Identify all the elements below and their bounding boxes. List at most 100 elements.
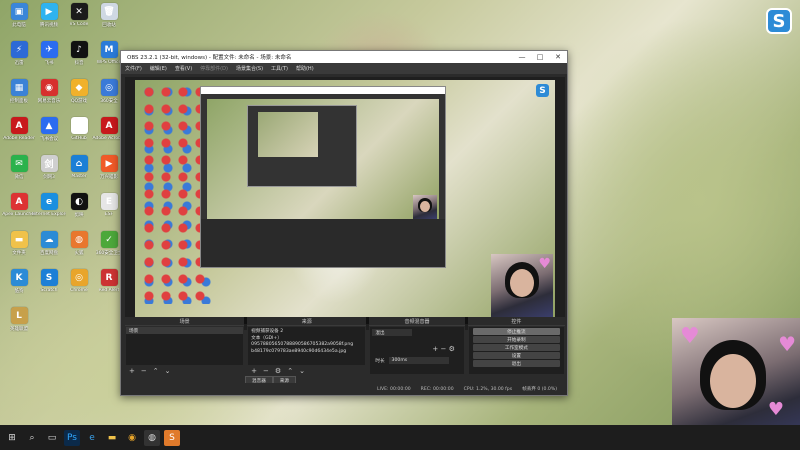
remove-icon[interactable]: − — [141, 367, 147, 375]
down-icon[interactable]: ⌄ — [299, 367, 305, 375]
desktop-icon[interactable]: ☁ 百度网盘 — [33, 231, 65, 267]
desktop-icon[interactable]: ✕ VS Code — [63, 3, 95, 39]
desktop-icon-label: 飞书会议 — [40, 137, 58, 142]
app-icon: ▶ — [100, 155, 118, 172]
desktop-icon[interactable]: ⌂ Master — [63, 155, 95, 191]
app-icon: ♪ — [70, 41, 88, 58]
desktop-icon[interactable]: ○ GitHub — [63, 117, 95, 153]
chrome-icon[interactable]: ◉ — [124, 430, 140, 446]
add-icon[interactable]: + — [432, 345, 438, 353]
desktop-icon-label: VS Code — [69, 22, 89, 27]
corner-app-logo[interactable]: S — [766, 8, 792, 34]
desktop-icon[interactable]: L 英雄联盟 — [3, 307, 35, 343]
sources-title: 来源 — [247, 317, 367, 326]
source-item[interactable]: b48179c079783ae8940c90d6434e5a.jpg — [248, 348, 365, 355]
file-explorer-icon[interactable]: ▬ — [104, 430, 120, 446]
obs-titlebar: OBS 23.2.1 (32-bit, windows) - 配置文件: 未命名… — [121, 51, 567, 63]
desktop-icon[interactable]: ⚡ 迅雷 — [3, 41, 35, 77]
search-icon[interactable]: ⌕ — [24, 430, 40, 446]
desktop-icon[interactable]: ▣ 此电脑 — [3, 3, 35, 39]
app-icon: ▶ — [40, 3, 58, 20]
desktop-icon[interactable]: ▦ 控制面板 — [3, 79, 35, 115]
sources-toolbar: + − ⚙ ⌃ ⌄ — [247, 366, 366, 375]
close-icon[interactable]: ✕ — [549, 51, 567, 63]
settings-button[interactable]: 设置 — [472, 352, 561, 359]
desktop-icon-label: 英雄联盟 — [10, 327, 28, 332]
scenes-dock: 场景 场景 + − ⌃ ⌄ — [125, 317, 245, 375]
desktop-icon-label: Internet Explorer — [32, 212, 66, 217]
desktop-icon[interactable]: 🗑 回收站 — [93, 3, 125, 39]
gear-icon[interactable]: ⚙ — [449, 345, 455, 353]
menu-edit[interactable]: 编辑(E) — [150, 65, 167, 72]
menu-scene-collection[interactable]: 场景集合(S) — [236, 65, 263, 72]
menu-file[interactable]: 文件(F) — [125, 65, 142, 72]
stop-stream-button[interactable]: 停止推流 — [472, 328, 561, 335]
exit-button[interactable]: 退出 — [472, 360, 561, 367]
desktop-icon[interactable]: ✈ 飞书 — [33, 41, 65, 77]
desktop-icon-label: 火狐 — [74, 251, 84, 256]
app-icon: ◎ — [100, 79, 118, 96]
desktop-icon-label: Red Alert — [98, 288, 120, 293]
edge-icon[interactable]: e — [84, 430, 100, 446]
mixer-track[interactable]: 混出 — [372, 329, 413, 336]
sources-dock: 来源 视频捕获设备 2 文本（GDI+） 0957880565078889058… — [247, 317, 367, 375]
add-icon[interactable]: + — [129, 367, 135, 375]
maximize-icon[interactable]: □ — [531, 51, 549, 63]
controls-body: 停止推流 开始录制 工作室模式 设置 退出 — [468, 327, 565, 374]
up-icon[interactable]: ⌃ — [153, 367, 159, 375]
app-icon: ▬ — [10, 231, 28, 248]
window-controls: — □ ✕ — [513, 51, 567, 63]
menu-help[interactable]: 帮助(H) — [296, 65, 314, 72]
desktop-icon[interactable]: ◆ QQ游戏 — [63, 79, 95, 115]
task-view-icon[interactable]: ▭ — [44, 430, 60, 446]
studio-mode-button[interactable]: 工作室模式 — [472, 344, 561, 351]
desktop-icon[interactable]: e Internet Explorer — [32, 193, 66, 229]
nested-preview-2 — [258, 112, 318, 157]
remove-icon[interactable]: − — [263, 367, 269, 375]
windows-start-icon[interactable]: ⊞ — [4, 430, 20, 446]
gear-icon[interactable]: ⚙ — [275, 367, 281, 375]
menu-docks[interactable]: 停靠部件(D) — [200, 65, 228, 72]
app-icon: ✕ — [70, 3, 88, 20]
sublime-icon[interactable]: S — [164, 429, 180, 446]
desktop-icon[interactable]: A Apex Launcher — [2, 193, 36, 229]
up-icon[interactable]: ⌃ — [287, 367, 293, 375]
desktop-icon[interactable]: ✉ 微信 — [3, 155, 35, 191]
desktop-icon[interactable]: ◎ Chrome — [63, 269, 95, 305]
desktop-icon[interactable]: ▬ 文件夹 — [3, 231, 35, 267]
app-icon: ◉ — [40, 79, 58, 96]
scene-item[interactable]: 场景 — [126, 327, 244, 334]
app-icon: S — [40, 269, 58, 286]
desktop-icon[interactable]: 剑剑网3 — [33, 155, 65, 191]
desktop-icon[interactable]: S Scratch — [33, 269, 65, 305]
app-icon: ◆ — [70, 79, 88, 96]
source-item[interactable]: 09578805650788890586705382a9058f.png — [248, 341, 365, 348]
sources-list: 视频捕获设备 2 文本（GDI+） 0957880565078889058670… — [248, 327, 366, 365]
minimize-icon[interactable]: — — [513, 51, 531, 63]
desktop-icon-label: 微信 — [14, 175, 24, 180]
desktop-icon[interactable]: ♪ 抖音 — [63, 41, 95, 77]
menu-view[interactable]: 查看(V) — [175, 65, 192, 72]
desktop-icon[interactable]: A Adobe Reader — [3, 117, 35, 153]
source-item[interactable]: 视频捕获设备 2 — [248, 327, 365, 334]
desktop-icon[interactable]: ▶ 腾讯视频 — [33, 3, 65, 39]
obs-preview[interactable]: S ♥ — [125, 77, 565, 330]
menu-tools[interactable]: 工具(T) — [271, 65, 288, 72]
duration-input[interactable]: 300ms — [388, 357, 449, 364]
desktop-icon[interactable]: ▲ 飞书会议 — [33, 117, 65, 153]
source-item[interactable]: 文本（GDI+） — [248, 334, 365, 341]
obs-icon[interactable]: ◍ — [144, 429, 160, 446]
desktop-icon[interactable]: ◍ 火狐 — [63, 231, 95, 267]
desktop-icon[interactable]: ◐ 剪映 — [63, 193, 95, 229]
app-icon: ⌂ — [70, 155, 88, 172]
add-icon[interactable]: + — [251, 367, 257, 375]
desktop-icon[interactable]: K 酷狗 — [3, 269, 35, 305]
photoshop-icon[interactable]: Ps — [64, 429, 80, 446]
desktop-icon[interactable]: ◉ 网易云音乐 — [33, 79, 65, 115]
app-icon: ✉ — [10, 155, 28, 172]
down-icon[interactable]: ⌄ — [165, 367, 171, 375]
start-recording-button[interactable]: 开始录制 — [472, 336, 561, 343]
app-icon: ☁ — [40, 231, 58, 248]
nested-webcam — [413, 195, 437, 219]
remove-icon[interactable]: − — [440, 345, 446, 353]
